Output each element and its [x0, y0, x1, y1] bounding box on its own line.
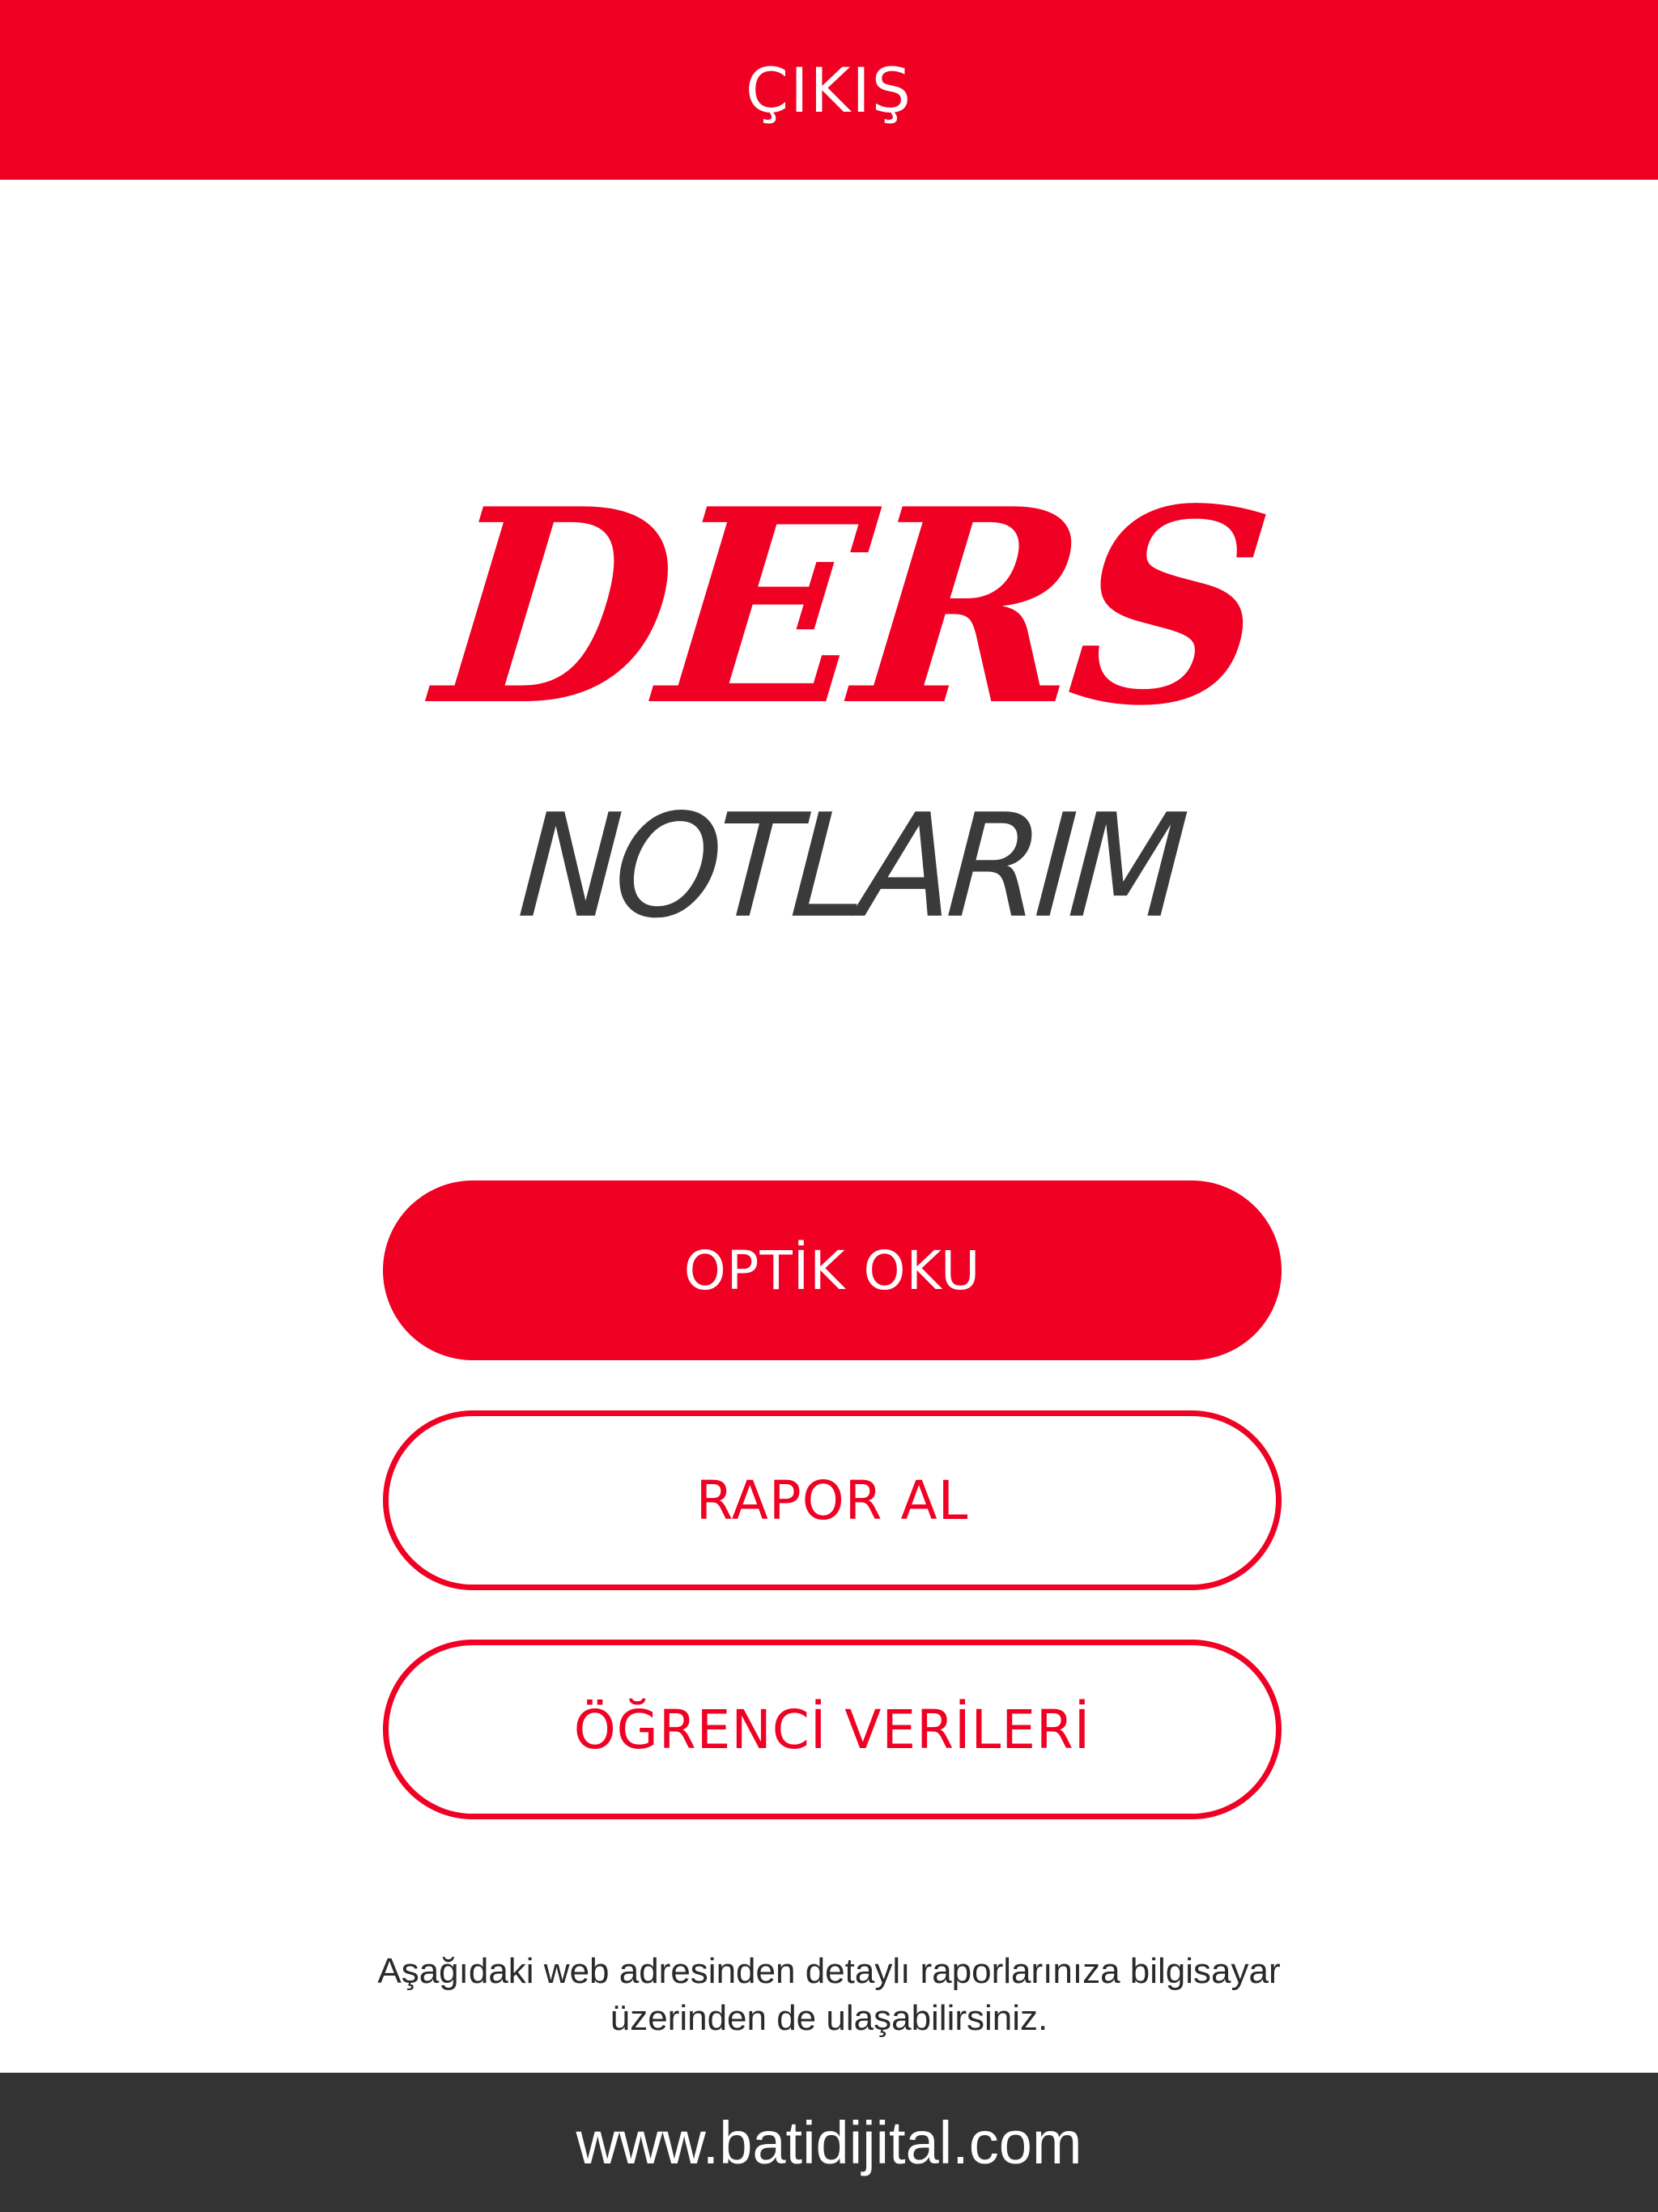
info-line-2: üzerinden de ulaşabilirsiniz.: [610, 1998, 1048, 2038]
website-link[interactable]: www.batidijital.com: [576, 2108, 1082, 2177]
app-logo: DERS NOTLARIM: [424, 450, 1275, 972]
student-data-label: ÖĞRENCİ VERİLERİ: [573, 1698, 1091, 1761]
info-text: Aşağıdaki web adresinden detaylı raporla…: [243, 1948, 1415, 2042]
logo-notlarim-text: NOTLARIM: [513, 783, 1187, 950]
get-report-label: RAPOR AL: [695, 1469, 969, 1532]
logo-ders-text: DERS: [424, 450, 1276, 764]
student-data-button[interactable]: ÖĞRENCİ VERİLERİ: [383, 1640, 1282, 1819]
info-line-1: Aşağıdaki web adresinden detaylı raporla…: [377, 1951, 1281, 1991]
optical-scan-label: OPTİK OKU: [683, 1239, 981, 1302]
app-screen: ÇIKIŞ DERS NOTLARIM OPTİK OKU RAPOR AL Ö…: [0, 0, 1658, 2212]
get-report-button[interactable]: RAPOR AL: [383, 1410, 1282, 1590]
optical-scan-button[interactable]: OPTİK OKU: [383, 1180, 1282, 1360]
footer-bar: www.batidijital.com: [0, 2073, 1658, 2212]
exit-button[interactable]: ÇIKIŞ: [746, 54, 912, 126]
header-bar: ÇIKIŞ: [0, 0, 1658, 180]
